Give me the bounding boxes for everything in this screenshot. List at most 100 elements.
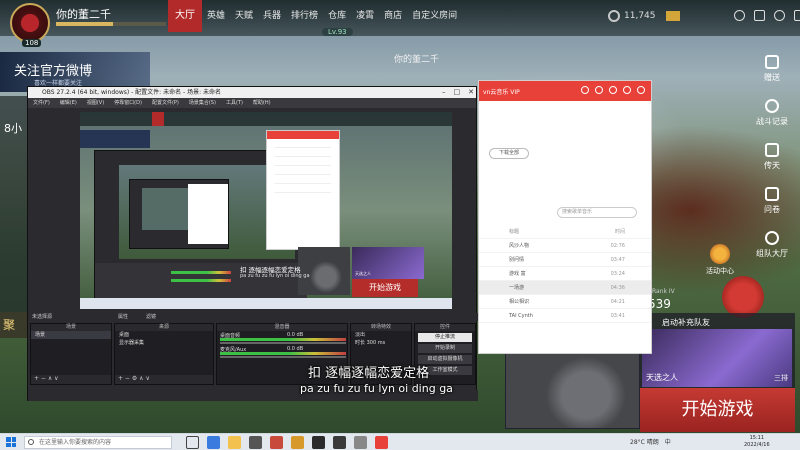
stop-streaming-button[interactable]: 停止推流 (418, 333, 472, 342)
event-center-button[interactable]: 活动中心 (706, 244, 734, 276)
skin-icon[interactable] (581, 86, 589, 94)
gift-icon (765, 55, 779, 69)
app-icon[interactable] (333, 436, 346, 449)
mail-icon[interactable] (754, 10, 765, 21)
settings-icon[interactable] (734, 10, 745, 21)
transition-type-select[interactable]: 淡出 (351, 331, 411, 339)
player-level: 108 (22, 39, 42, 47)
song-row[interactable]: 别问情 03:47 (479, 253, 651, 267)
player-logo: vn云音乐 VIP (483, 89, 520, 96)
obs-title: OBS 27.2.4 (64 bit, windows) - 配置文件: 未命名… (42, 89, 222, 96)
transition-duration[interactable]: 时长 300 ms (351, 339, 411, 347)
song-row[interactable]: 相公相识 04:21 (479, 295, 651, 309)
nav-custom-room[interactable]: 自定义房间 (407, 0, 462, 32)
source-item[interactable]: 桌面 (115, 331, 213, 339)
menu-scene-collection[interactable]: 场景集合(S) (184, 98, 221, 108)
close-icon[interactable]: ✕ (468, 87, 474, 98)
match-mode-name: 天选之人 (646, 373, 678, 382)
properties-button[interactable]: 属性 (118, 313, 128, 320)
maximize-icon[interactable]: □ (454, 87, 461, 98)
source-item[interactable]: 显示器采集 (115, 339, 213, 347)
close-icon[interactable] (637, 86, 645, 94)
nested-card-name: 天选之人 (355, 271, 371, 276)
windows-start-icon[interactable] (6, 437, 16, 447)
volume-slider[interactable] (220, 342, 346, 344)
team-lobby-button[interactable]: 组队大厅 (752, 231, 792, 259)
input-language[interactable]: 中 (665, 437, 671, 446)
task-view-icon[interactable] (186, 436, 199, 449)
minimize-icon[interactable]: – (442, 87, 446, 98)
scenes-dock-footer: + − ∧ ∨ (31, 375, 111, 384)
help-icon[interactable] (774, 10, 785, 21)
player-controls (581, 86, 645, 94)
exit-icon[interactable] (794, 10, 800, 21)
menu-file[interactable]: 文件(F) (28, 98, 55, 108)
mail-icon[interactable] (609, 86, 617, 94)
left-gold-text: 聚 (0, 312, 28, 338)
windows-taskbar: 在这里输入你要搜索的内容 28°C 晴朗 中 15:11 2022/4/16 (0, 433, 800, 450)
app-icon[interactable] (249, 436, 262, 449)
survey-button[interactable]: 问卷 (752, 187, 792, 215)
obs-preview[interactable]: 天选之人 开始游戏 扣 逐幅逐幅恋爱定格 pa zu fu zu fu lyn … (80, 112, 452, 309)
scenes-dock-header: 场景 (31, 324, 111, 331)
sources-dock-header: 来源 (115, 324, 213, 331)
start-recording-button[interactable]: 开始录制 (418, 344, 472, 353)
weibo-title: 关注官方微博 (14, 64, 93, 79)
match-mode-card[interactable]: 天选之人 三排 (642, 329, 792, 387)
folder-icon[interactable] (228, 436, 241, 449)
player-avatar[interactable]: 108 (10, 3, 50, 47)
no-source-label: 未选择源 (32, 314, 53, 320)
left-panel: 8小 (0, 96, 28, 316)
menu-tools[interactable]: 工具(T) (221, 98, 248, 108)
scene-item[interactable]: 场景 (31, 331, 111, 339)
mixer-channel[interactable]: 麦克风/Aux 0.0 dB (217, 345, 347, 359)
nav-lingxiao[interactable]: 凌霄 (351, 0, 379, 32)
taskbar-search-input[interactable]: 在这里输入你要搜索的内容 (24, 436, 172, 449)
volume-slider[interactable] (220, 356, 346, 358)
mixer-channel[interactable]: 桌面音频 0.0 dB (217, 331, 347, 345)
nav-ranking[interactable]: 排行榜 (286, 0, 323, 32)
song-row[interactable]: 游戏 富 03:24 (479, 267, 651, 281)
nav-heroes[interactable]: 英雄 (202, 0, 230, 32)
weather[interactable]: 28°C 晴朗 (630, 437, 659, 446)
menu-edit[interactable]: 编辑(E) (55, 98, 82, 108)
menu-help[interactable]: 帮助(H) (248, 98, 276, 108)
start-game-button[interactable]: 开始游戏 (640, 388, 795, 432)
transitions-dock-header: 转场特效 (351, 324, 411, 331)
nav-weapons[interactable]: 兵器 (258, 0, 286, 32)
song-row[interactable]: TAI Cynth 03:41 (479, 309, 651, 323)
song-row-selected[interactable]: 一场游 04:36 (479, 281, 651, 295)
edge-icon[interactable] (207, 436, 220, 449)
minimize-icon[interactable] (623, 86, 631, 94)
settings-icon[interactable] (595, 86, 603, 94)
download-all-button[interactable]: 下载全部 (489, 148, 529, 159)
gold-bar-icon[interactable] (665, 11, 680, 21)
filters-button[interactable]: 滤镜 (146, 313, 156, 320)
nav-shop[interactable]: 商店 (379, 0, 407, 32)
app-icon[interactable] (291, 436, 304, 449)
menu-view[interactable]: 视图(V) (82, 98, 109, 108)
search-icon (28, 439, 34, 445)
scenes-dock: 场景 场景 + − ∧ ∨ (30, 323, 112, 385)
lyric-line-1: 扣 逐幅逐幅恋爱定格 (308, 366, 430, 381)
clock[interactable]: 15:11 2022/4/16 (744, 435, 770, 449)
obs-title-bar: OBS 27.2.4 (64 bit, windows) - 配置文件: 未命名… (28, 87, 476, 98)
nav-lobby[interactable]: 大厅 (168, 0, 202, 32)
music-app-icon[interactable] (375, 436, 388, 449)
player-title-bar: vn云音乐 VIP (479, 81, 651, 101)
app-icon[interactable] (270, 436, 283, 449)
menu-profile[interactable]: 配置文件(P) (147, 98, 184, 108)
gift-button[interactable]: 赠送 (752, 55, 792, 83)
nav-talents[interactable]: 天赋 (230, 0, 258, 32)
battle-record-button[interactable]: 战斗记录 (752, 99, 792, 127)
obs-icon[interactable] (312, 436, 325, 449)
music-player-window: vn云音乐 VIP 下载全部 搜索歌单音乐 标题 时间 风沙人物 02:76 别问情… (478, 80, 652, 354)
center-player-name: 你的董二千 (394, 55, 440, 65)
playlist-search-input[interactable]: 搜索歌单音乐 (557, 207, 637, 218)
chuantian-button[interactable]: 传天 (752, 143, 792, 171)
app-icon[interactable] (354, 436, 367, 449)
nested-lyric-line2: pa zu fu zu fu lyn oi ding ga (240, 273, 310, 279)
menu-docks[interactable]: 停靠窗口(D) (109, 98, 147, 108)
song-row[interactable]: 风沙人物 02:76 (479, 239, 651, 253)
sources-dock-footer: + − ⚙ ∧ ∨ (115, 375, 213, 384)
